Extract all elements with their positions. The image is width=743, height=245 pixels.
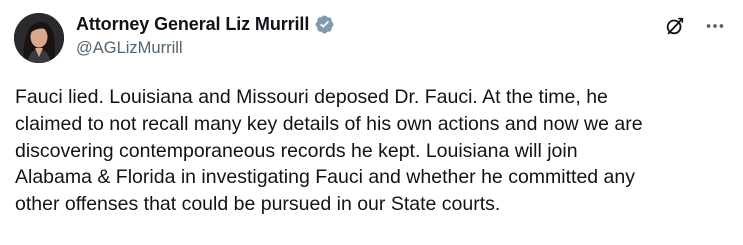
display-name[interactable]: Attorney General Liz Murrill — [76, 14, 309, 35]
name-row: Attorney General Liz Murrill — [76, 12, 335, 37]
post-text-line: Alabama & Florida in investigating Fauci… — [15, 166, 635, 189]
post-card: Attorney General Liz Murrill @AGLizMurri… — [0, 0, 743, 245]
post-text-line: Fauci lied. Louisiana and Missouri depos… — [15, 86, 608, 108]
avatar-image — [14, 13, 64, 63]
verified-badge-icon[interactable] — [314, 14, 335, 35]
more-options-icon[interactable] — [703, 14, 727, 38]
grok-icon[interactable] — [663, 14, 687, 38]
post-actions — [663, 14, 727, 38]
post-text-line: other offenses that could be pursued in … — [15, 193, 501, 216]
post-text: Fauci lied. Louisiana and Missouri depos… — [15, 84, 730, 218]
post-text-line: claimed to not recall many key details o… — [15, 112, 643, 135]
avatar[interactable] — [14, 13, 64, 63]
author-block: Attorney General Liz Murrill @AGLizMurri… — [76, 12, 335, 58]
user-handle[interactable]: @AGLizMurrill — [76, 39, 335, 58]
post-text-line: discovering contemporaneous records he k… — [15, 139, 578, 162]
